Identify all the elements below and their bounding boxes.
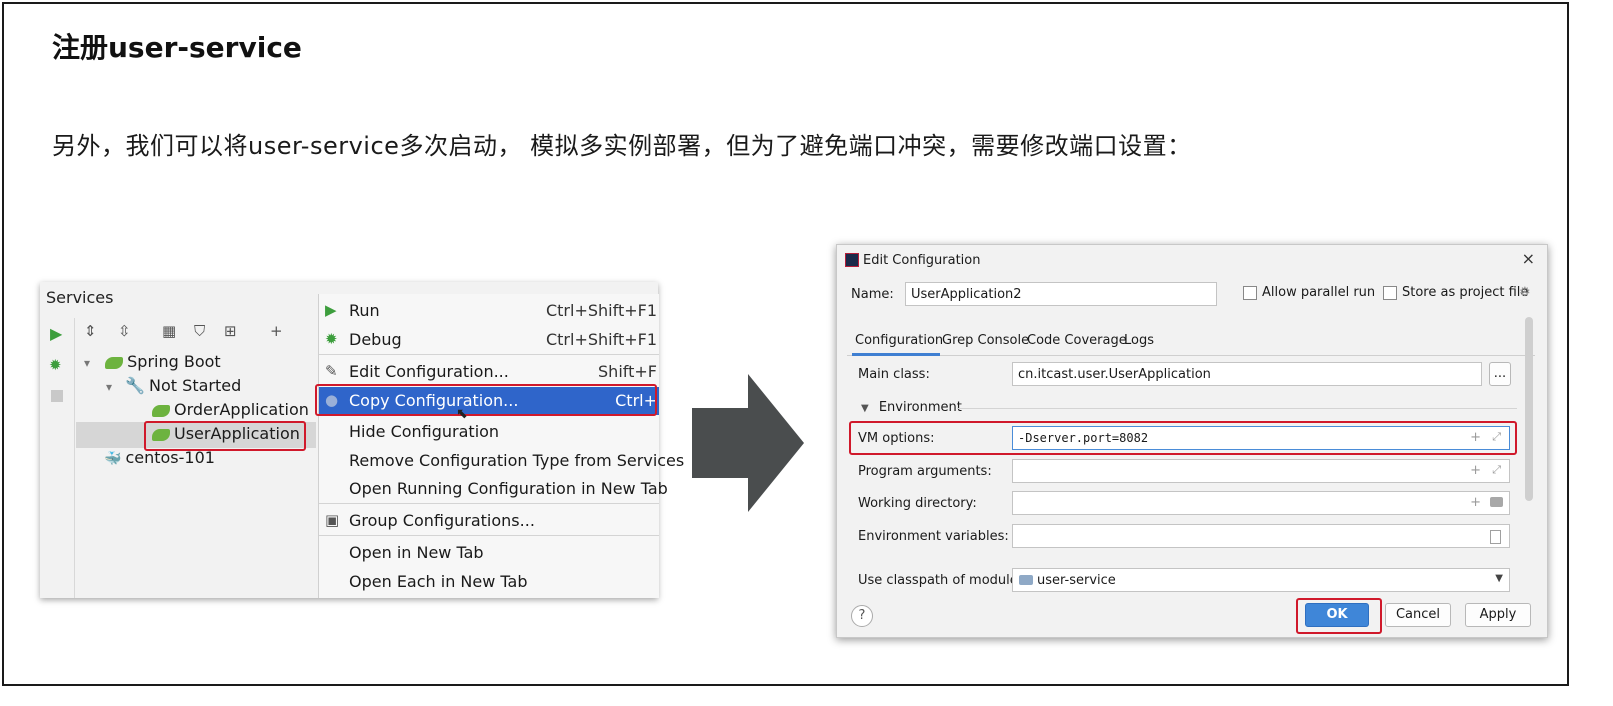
add-icon[interactable]: + xyxy=(1470,463,1481,478)
debug-icon[interactable]: ✹ xyxy=(49,356,62,374)
close-icon[interactable]: × xyxy=(1522,249,1535,268)
store-project-label: Store as project file xyxy=(1402,285,1529,300)
name-field[interactable]: UserApplication2 xyxy=(905,282,1217,306)
docker-icon: 🐳 xyxy=(104,451,122,467)
services-side-toolbar: ▶ ✹ xyxy=(40,318,75,598)
classpath-select[interactable]: user-service ▼ xyxy=(1012,568,1510,592)
gear-icon[interactable]: ⚙ xyxy=(1519,285,1531,300)
environment-variables-label: Environment variables: xyxy=(858,529,1009,544)
cancel-button[interactable]: Cancel xyxy=(1385,603,1451,627)
menu-item-debug[interactable]: ✹ Debug Ctrl+Shift+F1 xyxy=(319,326,659,354)
tree-spring-boot[interactable]: ▾ Spring Boot xyxy=(84,352,221,371)
document-icon[interactable] xyxy=(1490,530,1501,544)
edit-icon: ✎ xyxy=(325,362,338,380)
add-service-icon[interactable]: + xyxy=(270,322,283,340)
chevron-down-icon: ▼ xyxy=(861,403,869,414)
spring-boot-app-icon xyxy=(152,404,170,417)
collapse-all-icon[interactable]: ⇳ xyxy=(118,322,131,340)
tab-grep-console[interactable]: Grep Console xyxy=(942,333,1029,348)
spring-boot-icon xyxy=(105,356,124,369)
menu-item-open-in-new-tab[interactable]: Open in New Tab xyxy=(319,539,659,567)
run-icon: ▶ xyxy=(325,301,337,319)
menu-item-group-configurations[interactable]: ▣ Group Configurations... xyxy=(319,507,659,535)
program-arguments-label: Program arguments: xyxy=(858,464,992,479)
chevron-down-icon: ▾ xyxy=(106,380,113,394)
tab-code-coverage[interactable]: Code Coverage xyxy=(1027,333,1127,348)
tab-divider xyxy=(847,355,1535,356)
edit-configuration-dialog: Edit Configuration × Name: UserApplicati… xyxy=(836,244,1548,638)
group-by-icon[interactable]: ▦ xyxy=(162,322,176,340)
classpath-label: Use classpath of module: xyxy=(858,573,1023,588)
stop-icon[interactable] xyxy=(51,390,63,402)
tree-centos[interactable]: 🐳 centos-101 xyxy=(104,448,215,467)
menu-item-remove-configuration-type[interactable]: Remove Configuration Type from Services xyxy=(319,447,684,475)
name-label: Name: xyxy=(851,287,894,302)
group-icon: ▣ xyxy=(325,511,340,529)
main-class-label: Main class: xyxy=(858,367,930,382)
module-folder-icon xyxy=(1019,575,1033,585)
vm-options-highlight xyxy=(849,421,1517,455)
allow-parallel-checkbox[interactable] xyxy=(1243,286,1257,300)
new-tab-icon[interactable]: ⊞ xyxy=(224,322,237,340)
menu-item-open-running-configuration[interactable]: Open Running Configuration in New Tab xyxy=(319,475,668,503)
menu-item-hide-configuration[interactable]: Hide Configuration xyxy=(319,418,659,446)
tree-not-started[interactable]: ▾ 🔧 Not Started xyxy=(106,376,241,395)
menu-separator xyxy=(319,503,659,504)
add-icon[interactable]: + xyxy=(1470,495,1481,510)
slide-title: 注册user-service xyxy=(52,31,302,64)
active-tab-indicator xyxy=(852,353,940,356)
wrench-icon: 🔧 xyxy=(125,376,146,395)
menu-item-run[interactable]: ▶ Run Ctrl+Shift+F1 xyxy=(319,297,659,325)
services-title: Services xyxy=(46,288,114,307)
run-icon[interactable]: ▶ xyxy=(50,324,62,343)
right-arrow-icon xyxy=(692,374,804,512)
dialog-title: Edit Configuration xyxy=(863,253,981,268)
chevron-down-icon: ▼ xyxy=(1495,573,1503,584)
slide-frame: 注册user-service 另外，我们可以将user-service多次启动，… xyxy=(2,2,1569,686)
apply-button[interactable]: Apply xyxy=(1465,603,1531,627)
debug-icon: ✹ xyxy=(325,330,338,348)
menu-item-edit-configuration[interactable]: ✎ Edit Configuration... Shift+F xyxy=(319,358,659,386)
dialog-scrollbar[interactable] xyxy=(1525,317,1533,501)
mouse-cursor-icon: ⬉ xyxy=(456,406,468,422)
environment-variables-field[interactable] xyxy=(1012,524,1510,548)
main-class-field[interactable]: cn.itcast.user.UserApplication xyxy=(1012,362,1482,386)
tab-configuration[interactable]: Configuration xyxy=(855,333,943,348)
chevron-down-icon: ▾ xyxy=(84,356,91,370)
working-directory-label: Working directory: xyxy=(858,496,977,511)
environment-divider xyxy=(957,408,1517,409)
store-project-checkbox[interactable] xyxy=(1383,286,1397,300)
browse-button[interactable]: ... xyxy=(1489,362,1511,386)
ok-button-highlight xyxy=(1296,598,1382,634)
filter-icon[interactable]: ⛉ xyxy=(194,322,205,340)
tree-order-application[interactable]: OrderApplication xyxy=(152,400,309,419)
environment-section[interactable]: ▼ Environment xyxy=(861,400,962,415)
folder-icon[interactable] xyxy=(1490,497,1503,507)
program-arguments-field[interactable]: + ⤢ xyxy=(1012,459,1510,483)
working-directory-field[interactable]: + xyxy=(1012,491,1510,515)
user-application-highlight xyxy=(144,421,306,451)
allow-parallel-label: Allow parallel run xyxy=(1262,285,1376,300)
intellij-app-icon xyxy=(845,253,859,267)
menu-separator xyxy=(319,535,659,536)
expand-icon[interactable]: ⤢ xyxy=(1492,463,1501,477)
tab-logs[interactable]: Logs xyxy=(1124,333,1154,348)
menu-separator xyxy=(319,354,659,355)
context-menu: ▶ Run Ctrl+Shift+F1 ✹ Debug Ctrl+Shift+F… xyxy=(318,294,684,598)
copy-configuration-highlight xyxy=(315,384,657,416)
expand-all-icon[interactable]: ⇕ xyxy=(84,322,97,340)
slide-text: 另外，我们可以将user-service多次启动， 模拟多实例部署，但为了避免端… xyxy=(52,132,1192,160)
menu-item-open-each-in-new-tab[interactable]: Open Each in New Tab xyxy=(319,568,659,596)
help-button[interactable]: ? xyxy=(851,605,873,627)
